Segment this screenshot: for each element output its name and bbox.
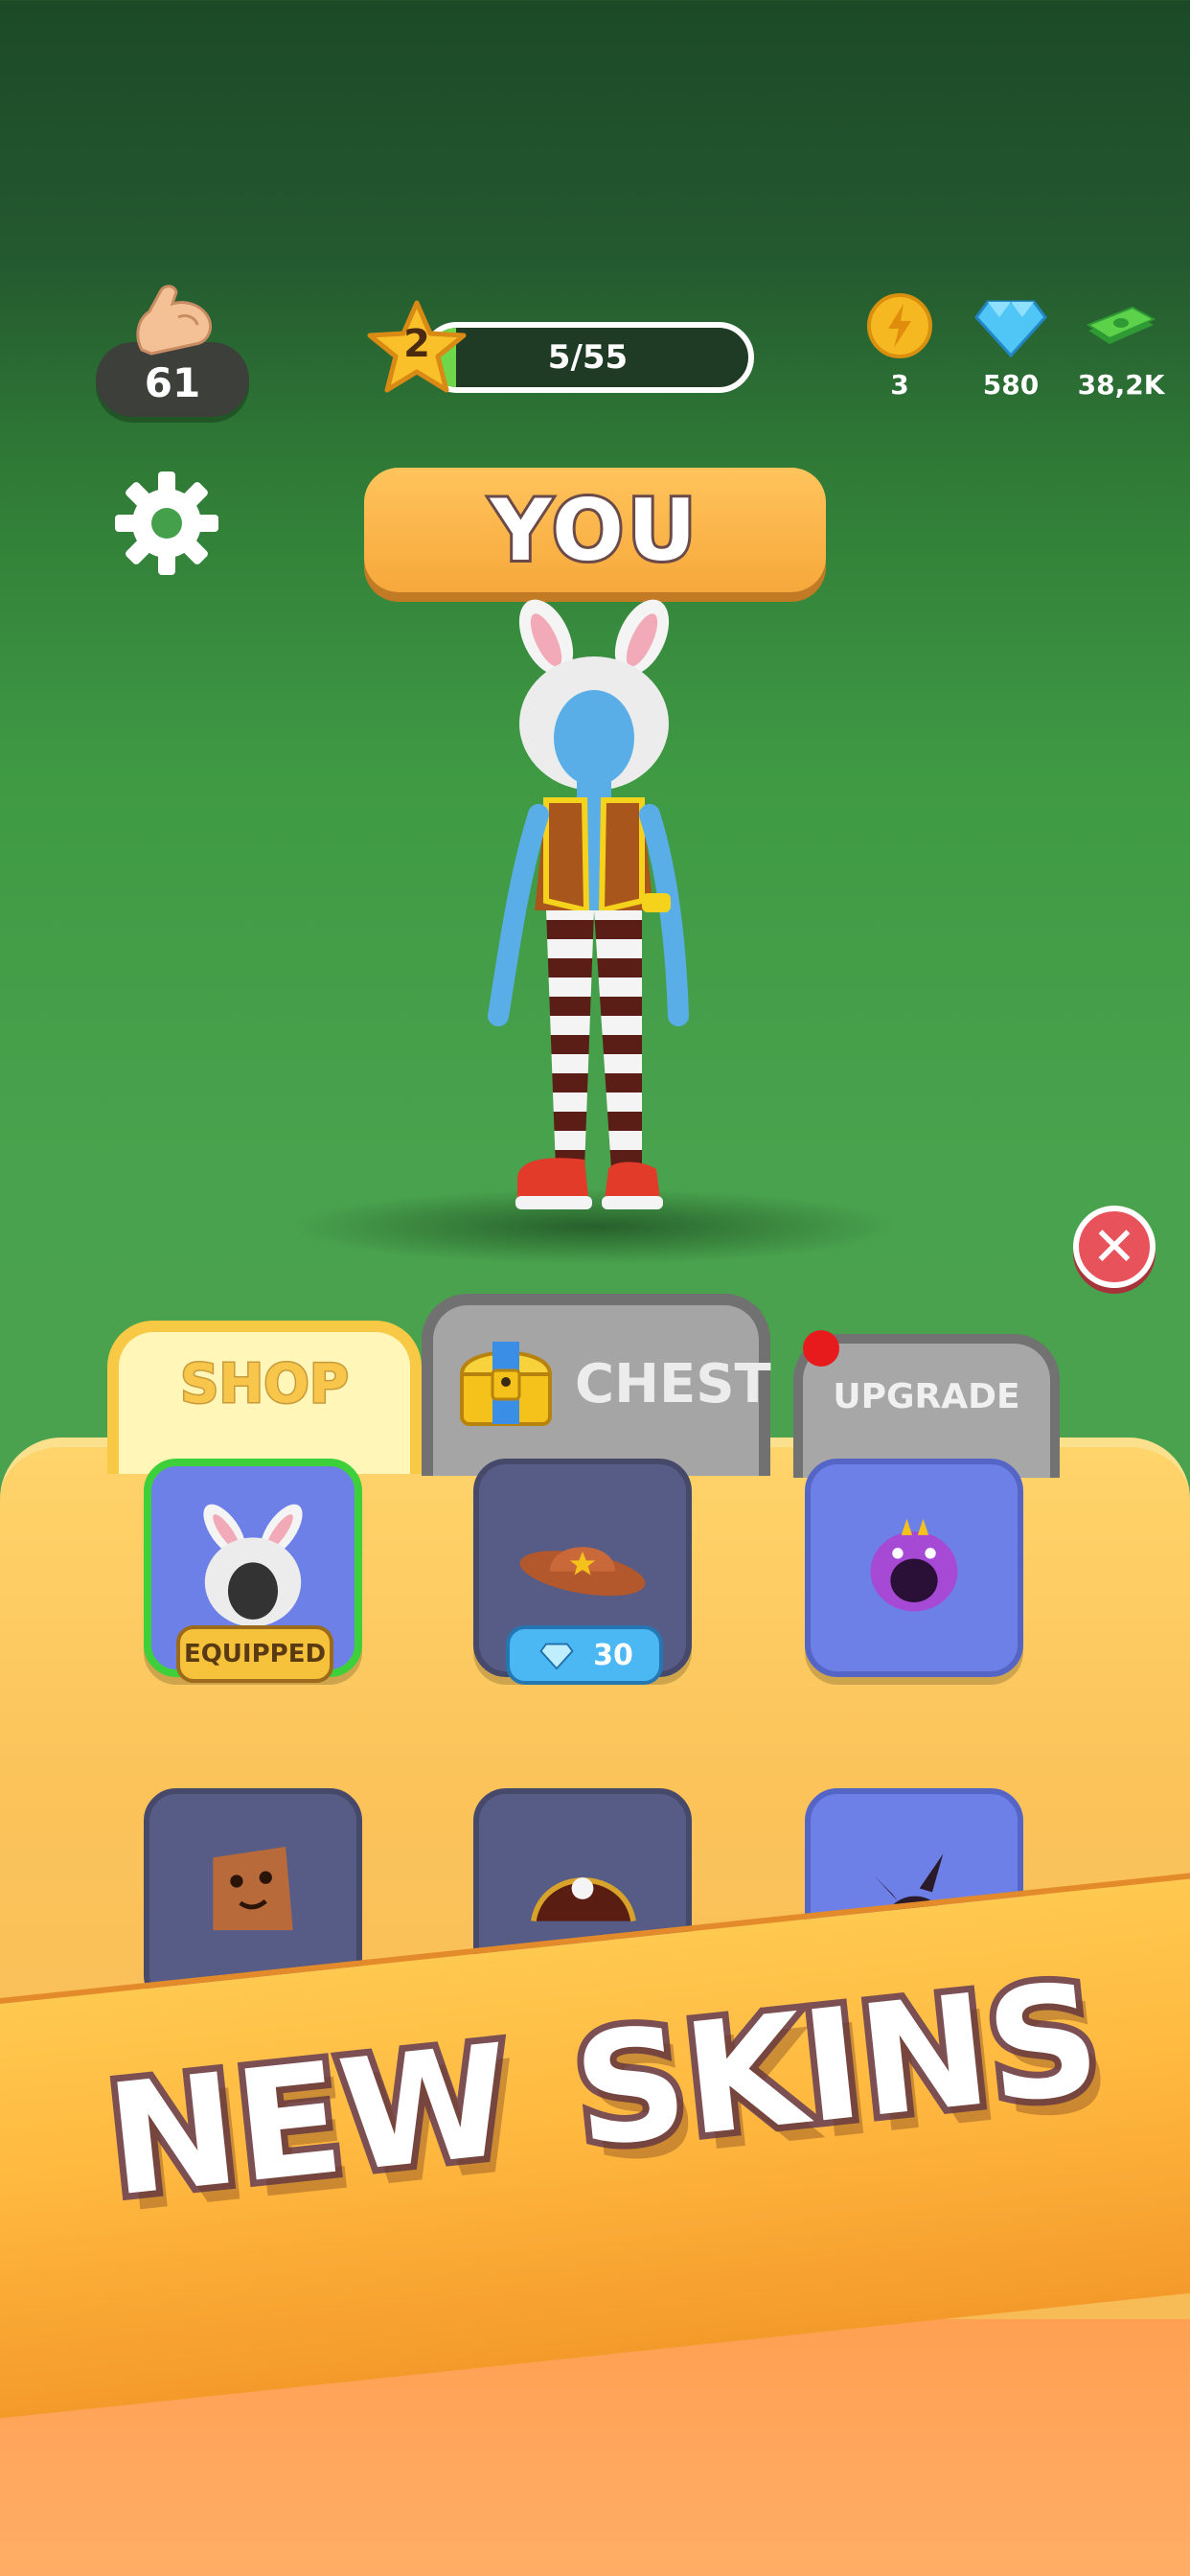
treasure-chest-icon: [459, 1342, 553, 1426]
energy-count: 3: [890, 369, 909, 401]
upgrade-notification-dot: [803, 1330, 839, 1367]
level-progress-text: 5/55: [547, 338, 629, 377]
level-progress-bar: 5/55: [422, 322, 754, 393]
level-progress: 5/55 2: [364, 297, 757, 402]
close-icon: ✕: [1091, 1215, 1137, 1278]
shop-item-purple-monster-hood[interactable]: [805, 1459, 1023, 1677]
cash-counter: 38,2K: [1068, 292, 1174, 407]
level-number: 2: [403, 322, 430, 366]
gem-icon: [539, 1643, 574, 1670]
price-button[interactable]: 30: [506, 1625, 663, 1685]
flexed-arm-icon: [136, 285, 212, 356]
price-value: 30: [593, 1638, 633, 1672]
player-name-banner: YOU: [364, 468, 826, 592]
energy-counter: 3: [847, 292, 952, 407]
cash-stack-icon: [1086, 306, 1156, 344]
strength-value: 61: [144, 359, 201, 406]
tab-chest-label: CHEST: [575, 1353, 771, 1415]
strength-indicator: 61: [96, 283, 249, 426]
player-character-avatar: [488, 599, 689, 1209]
energy-coin-icon: [867, 293, 932, 358]
tab-shop-label: SHOP: [179, 1351, 351, 1416]
equipped-badge: EQUIPPED: [176, 1625, 333, 1683]
close-button[interactable]: ✕: [1073, 1206, 1156, 1288]
tab-shop[interactable]: SHOP: [107, 1321, 422, 1474]
new-skins-word-2: SKINS: [560, 1942, 1113, 2188]
gem-icon: [974, 300, 1047, 358]
tab-upgrade-label: UPGRADE: [833, 1376, 1020, 1416]
new-skins-word-1: NEW: [93, 2003, 525, 2237]
player-name-text: YOU: [488, 478, 700, 583]
settings-gear-icon[interactable]: [113, 470, 220, 577]
gems-count: 580: [982, 369, 1040, 401]
purple-monster-hood-icon: [870, 1518, 958, 1612]
tab-chest[interactable]: CHEST: [422, 1294, 771, 1476]
gems-counter: 580: [958, 292, 1064, 407]
cash-count: 38,2K: [1077, 369, 1165, 401]
